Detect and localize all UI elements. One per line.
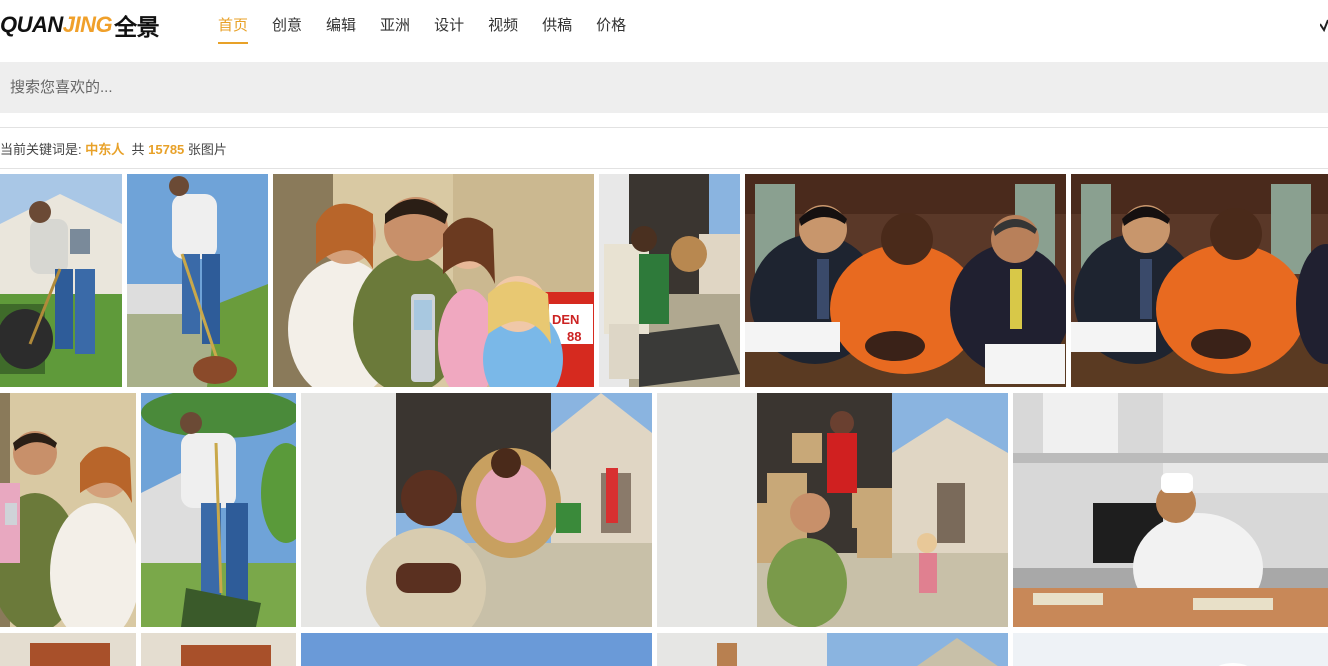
- result-suffix: 张图片: [187, 142, 227, 157]
- nav-item-design[interactable]: 设计: [434, 0, 464, 52]
- logo-text-cn: 全景: [114, 14, 160, 40]
- result-summary: 当前关键词是: 中东人 共 15785 张图片: [0, 139, 227, 158]
- photo-thumbnail[interactable]: [0, 174, 122, 387]
- photo-thumbnail[interactable]: DEN 88: [273, 174, 594, 387]
- nav-item-home[interactable]: 首页: [218, 0, 249, 52]
- photo-thumbnail[interactable]: [127, 174, 268, 387]
- logo-text-quan: QUAN: [0, 12, 63, 37]
- photo-sign-text: 88: [567, 329, 581, 344]
- photo-thumbnail[interactable]: [141, 633, 296, 666]
- photo-thumbnail[interactable]: [301, 633, 652, 666]
- logo-text-jing: JING: [62, 12, 113, 37]
- total-label: 共: [131, 142, 145, 157]
- image-grid: DEN 88: [0, 174, 1328, 666]
- search-bar: [0, 62, 1328, 113]
- main-nav: 首页 创意 编辑 亚洲 设计 视频 供稿 价格: [218, 0, 650, 52]
- photo-thumbnail[interactable]: [1071, 174, 1328, 387]
- nav-item-asia[interactable]: 亚洲: [380, 0, 410, 52]
- header: QUAN JING 全景 首页 创意 编辑 亚洲 设计 视频 供稿 价格: [0, 0, 1328, 52]
- divider: [0, 127, 1328, 128]
- photo-thumbnail[interactable]: [657, 633, 1008, 666]
- user-menu-icon[interactable]: [1320, 18, 1328, 32]
- nav-item-video[interactable]: 视频: [488, 0, 518, 52]
- photo-sign-text: DEN: [552, 312, 579, 327]
- photo-thumbnail[interactable]: [1013, 393, 1328, 627]
- photo-thumbnail[interactable]: [301, 393, 652, 627]
- photo-thumbnail[interactable]: [141, 393, 296, 627]
- photo-thumbnail[interactable]: [1013, 633, 1328, 666]
- photo-thumbnail[interactable]: [0, 633, 136, 666]
- search-input[interactable]: [10, 62, 1310, 113]
- keyword-value[interactable]: 中东人: [85, 142, 124, 157]
- photo-thumbnail[interactable]: [0, 393, 136, 627]
- result-count: 15785: [148, 142, 185, 157]
- quanjing-logo[interactable]: QUAN JING 全景: [0, 10, 160, 40]
- keyword-prefix: 当前关键词是:: [0, 142, 82, 157]
- photo-thumbnail[interactable]: [599, 174, 740, 387]
- photo-thumbnail[interactable]: [657, 393, 1008, 627]
- nav-item-editorial[interactable]: 编辑: [326, 0, 356, 52]
- nav-item-creative[interactable]: 创意: [272, 0, 302, 52]
- photo-thumbnail[interactable]: [745, 174, 1066, 387]
- nav-item-pricing[interactable]: 价格: [596, 0, 626, 52]
- nav-item-contribute[interactable]: 供稿: [542, 0, 572, 52]
- divider: [0, 168, 1328, 169]
